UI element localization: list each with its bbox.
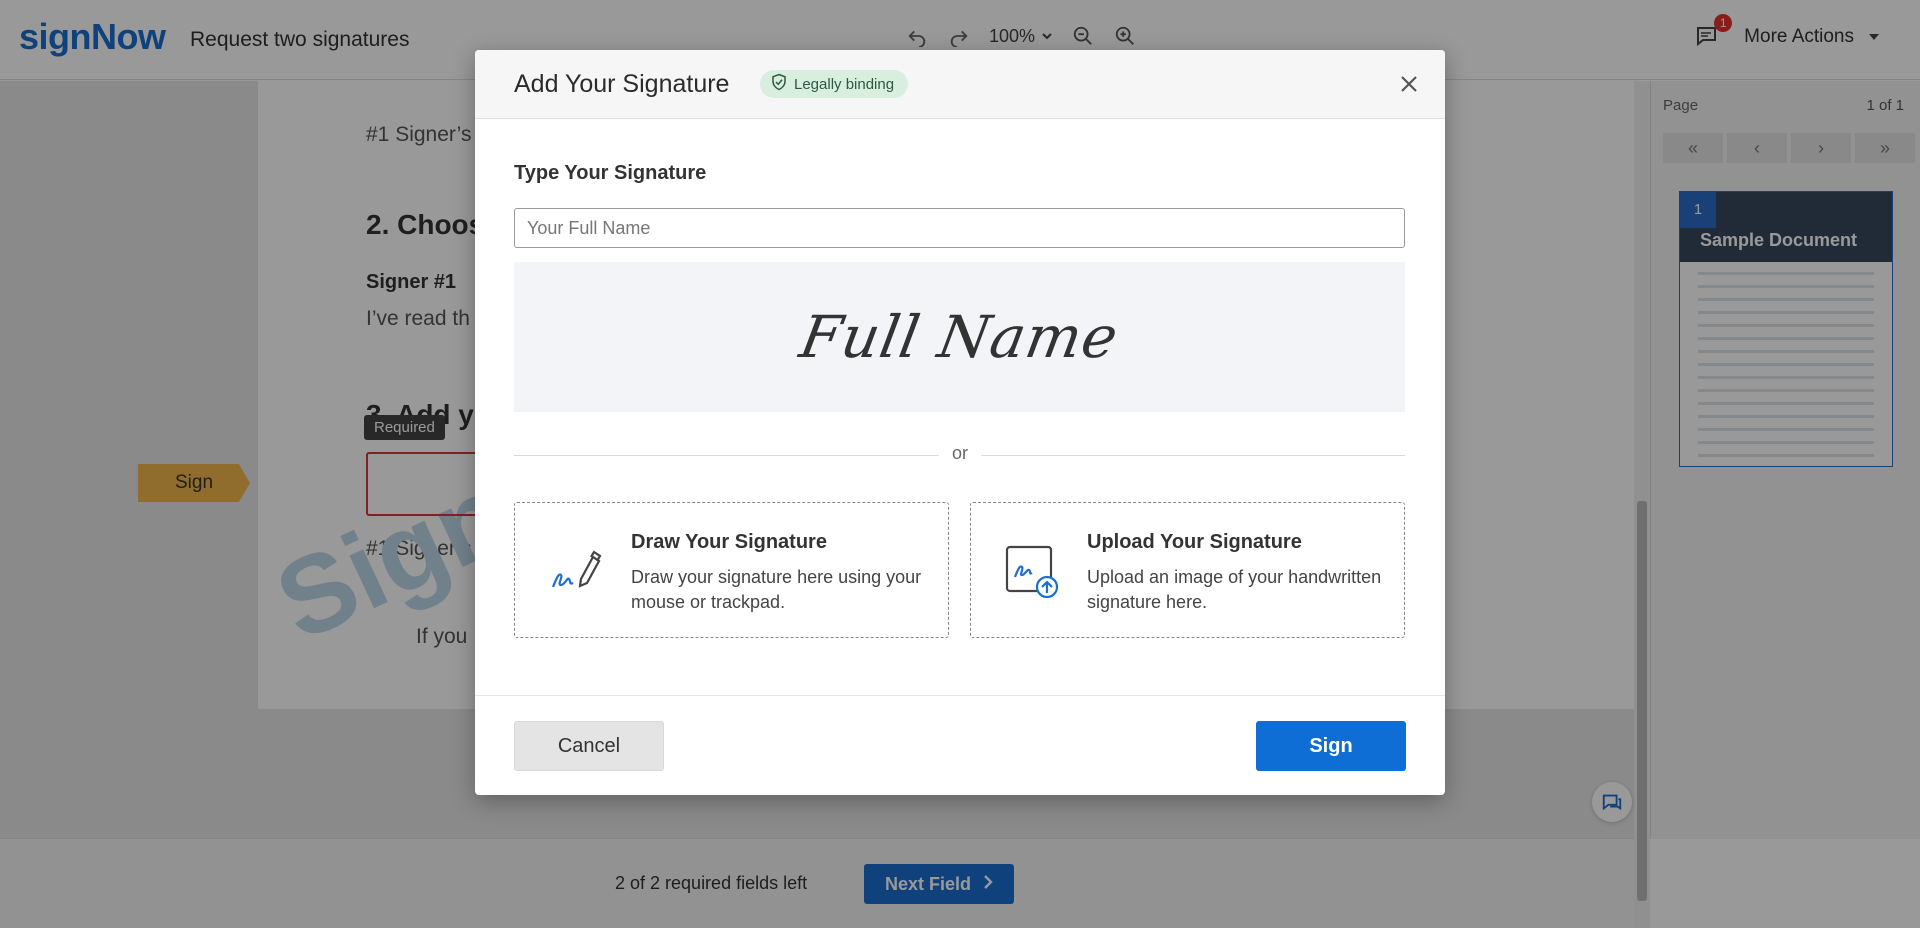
close-icon[interactable]	[1395, 70, 1423, 98]
cancel-button[interactable]: Cancel	[514, 721, 664, 771]
shield-check-icon	[770, 73, 788, 95]
draw-signature-option[interactable]: Draw Your Signature Draw your signature …	[514, 502, 949, 638]
upload-option-title: Upload Your Signature	[1087, 531, 1302, 553]
dialog-footer: Cancel Sign	[475, 695, 1445, 795]
or-label: or	[939, 443, 981, 464]
draw-option-description: Draw your signature here using your mous…	[631, 567, 922, 612]
dialog-title: Add Your Signature	[514, 70, 730, 98]
type-signature-label: Type Your Signature	[514, 162, 707, 184]
draw-pen-icon	[547, 543, 603, 599]
draw-option-title: Draw Your Signature	[631, 531, 827, 553]
upload-image-icon	[1003, 543, 1059, 599]
badge-label: Legally binding	[794, 75, 895, 93]
sign-button[interactable]: Sign	[1256, 721, 1406, 771]
upload-signature-option[interactable]: Upload Your Signature Upload an image of…	[970, 502, 1405, 638]
signature-preview-text: Full Name	[795, 303, 1124, 371]
upload-option-description: Upload an image of your handwritten sign…	[1087, 567, 1382, 612]
full-name-input[interactable]	[514, 208, 1405, 248]
signature-preview: Full Name	[514, 262, 1405, 412]
legally-binding-badge: Legally binding	[760, 70, 909, 98]
add-signature-dialog: Add Your Signature Legally binding Type …	[475, 50, 1445, 795]
dialog-header: Add Your Signature Legally binding	[475, 50, 1445, 119]
